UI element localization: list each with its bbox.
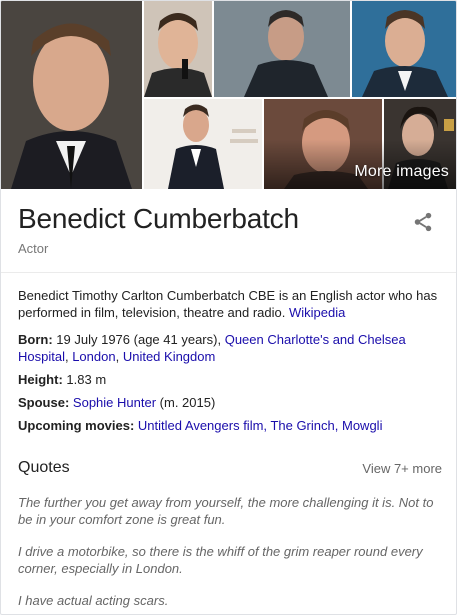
spouse-link[interactable]: Sophie Hunter [73, 395, 156, 410]
description-text: Benedict Timothy Carlton Cumberbatch CBE… [18, 288, 438, 320]
quote-item: I have actual acting scars. [18, 593, 169, 608]
panel-header: Benedict Cumberbatch Actor [1, 189, 456, 273]
movie-link-avengers[interactable]: Untitled Avengers film [138, 418, 264, 433]
image-tile-interview[interactable] [144, 1, 212, 97]
share-button[interactable] [412, 211, 434, 233]
fact-spouse: Spouse: Sophie Hunter (m. 2015) [18, 394, 446, 411]
image-tile-moody-portrait[interactable] [214, 1, 350, 97]
fact-born-label: Born: [18, 332, 53, 347]
fact-upcoming-movies: Upcoming movies: Untitled Avengers film,… [18, 418, 383, 433]
movie-link-grinch[interactable]: The Grinch [270, 418, 334, 433]
fact-height-label: Height: [18, 372, 63, 387]
fact-upcoming-movies-label: Upcoming movies: [18, 418, 135, 433]
image-mosaic: More images [1, 1, 456, 189]
entity-description: Benedict Timothy Carlton Cumberbatch CBE… [18, 287, 446, 321]
fact-height-value: 1.83 m [66, 372, 107, 387]
birthplace-country-link[interactable]: United Kingdom [123, 349, 216, 364]
entity-title: Benedict Cumberbatch [18, 203, 299, 234]
movie-link-mowgli[interactable]: Mowgli [342, 418, 382, 433]
view-more-quotes-link[interactable]: View 7+ more [362, 461, 442, 476]
wikipedia-link[interactable]: Wikipedia [289, 305, 345, 320]
image-tile-blue-portrait[interactable] [352, 1, 456, 97]
spouse-marriage-year: (m. 2015) [159, 395, 216, 410]
fact-born-value: 19 July 1976 (age 41 years), [56, 332, 222, 347]
quotes-header: Quotes View 7+ more [18, 459, 442, 479]
fact-born: Born: 19 July 1976 (age 41 years), Queen… [18, 332, 406, 364]
birthplace-city-link[interactable]: London [72, 349, 115, 364]
knowledge-panel: More images Benedict Cumberbatch Actor B… [0, 0, 457, 615]
quotes-title: Quotes [18, 459, 70, 476]
quote-item: I drive a motorbike, so there is the whi… [18, 544, 423, 576]
fact-spouse-label: Spouse: [18, 395, 70, 410]
more-images-label: More images [354, 163, 449, 180]
share-icon [414, 212, 432, 232]
quote-item: The further you get away from yourself, … [18, 495, 434, 527]
entity-subtitle: Actor [18, 241, 49, 256]
fact-height: Height: 1.83 m [18, 371, 446, 388]
more-images-button[interactable]: More images [264, 99, 456, 189]
image-tile-event-photo[interactable] [144, 99, 262, 189]
image-tile-main-portrait[interactable] [1, 1, 142, 189]
